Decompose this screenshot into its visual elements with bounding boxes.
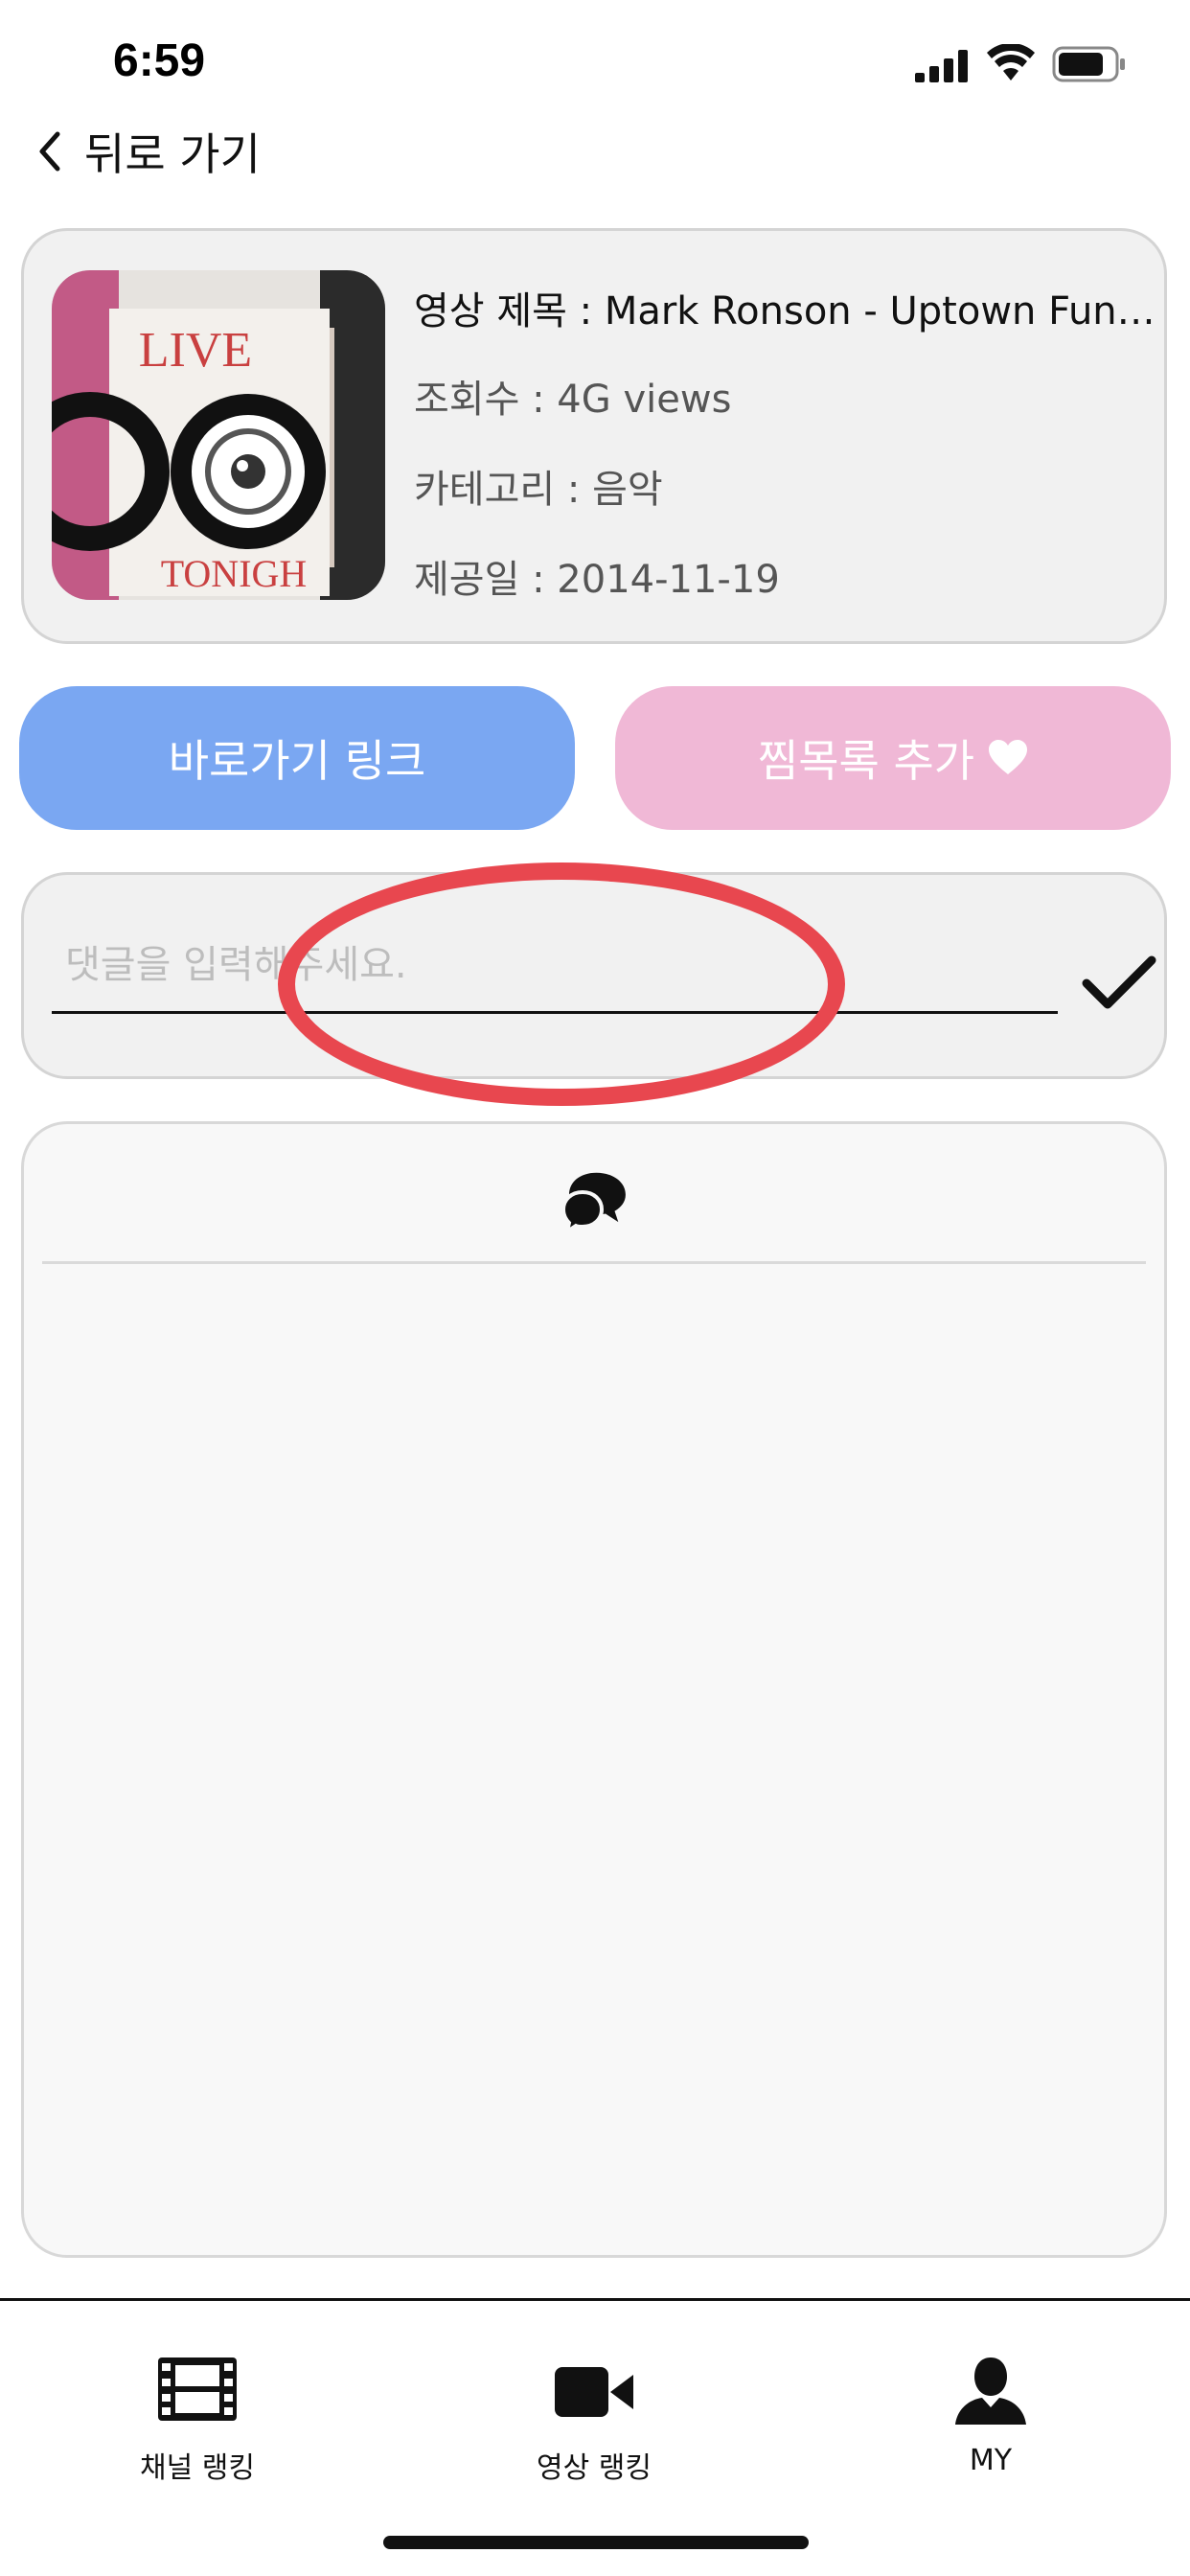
wifi-icon: [987, 44, 1035, 80]
video-category: 카테고리 : 음악: [414, 468, 663, 512]
video-thumbnail: LIVE TONIGH: [52, 270, 385, 600]
back-button[interactable]: 뒤로 가기: [36, 123, 261, 180]
home-indicator: [383, 2536, 809, 2549]
tab-channel-ranking[interactable]: 채널 랭킹: [92, 2358, 303, 2492]
chat-bubbles-icon: [561, 1172, 626, 1232]
shortcut-link-button[interactable]: 바로가기 링크: [19, 686, 575, 830]
video-title: 영상 제목 : Mark Ronson - Uptown Funk...: [414, 289, 1161, 334]
video-views: 조회수 : 4G views: [414, 378, 732, 422]
status-time: 6:59: [113, 35, 206, 86]
submit-check-icon[interactable]: [1081, 954, 1157, 1012]
battery-icon: [1052, 46, 1125, 82]
cellular-signal-icon: [915, 50, 968, 82]
add-favorite-label: 찜목록 추가: [757, 735, 975, 787]
svg-text:LIVE: LIVE: [139, 323, 252, 378]
svg-text:TONIGH: TONIGH: [161, 552, 308, 595]
heart-icon: [989, 740, 1028, 774]
tab-label: 영상 랭킹: [537, 2451, 652, 2485]
back-label: 뒤로 가기: [84, 128, 261, 180]
shortcut-link-label: 바로가기 링크: [168, 735, 426, 787]
add-favorite-button[interactable]: 찜목록 추가: [615, 686, 1171, 830]
film-icon: [158, 2358, 237, 2421]
tab-label: 채널 랭킹: [140, 2451, 255, 2485]
user-icon: [955, 2358, 1026, 2425]
highlight-annotation-ellipse: [278, 862, 845, 1106]
video-date: 제공일 : 2014-11-19: [414, 558, 780, 602]
tab-label: MY: [969, 2444, 1013, 2477]
tab-my[interactable]: MY: [885, 2358, 1096, 2492]
tab-video-ranking[interactable]: 영상 랭킹: [489, 2358, 699, 2492]
comments-panel: [21, 1121, 1167, 2258]
video-camera-icon: [555, 2367, 633, 2417]
chevron-left-icon: [39, 131, 60, 172]
comments-divider: [42, 1261, 1146, 1264]
tab-bar-border: [0, 2298, 1190, 2301]
